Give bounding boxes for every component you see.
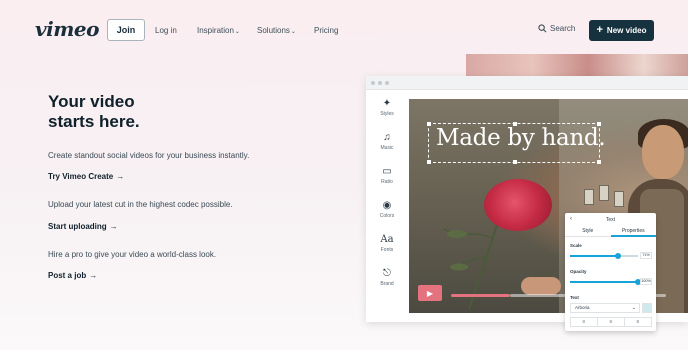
window-dots (371, 81, 389, 85)
tab-properties[interactable]: Properties (610, 227, 656, 237)
tool-brand[interactable]: ⎋ Brand (366, 260, 408, 294)
align-left-icon[interactable]: ≡ (571, 318, 598, 326)
slider-knob[interactable] (615, 253, 622, 259)
solutions-label: Solutions (257, 26, 290, 35)
inspiration-menu[interactable]: Inspiration⌄ (197, 26, 240, 35)
window-titlebar (366, 76, 688, 90)
brand-icon: ⎋ (383, 267, 391, 279)
timeline-progress[interactable] (451, 294, 510, 297)
scale-value[interactable]: 71% (640, 252, 652, 259)
vimeo-logo[interactable]: vimeo (35, 17, 99, 41)
background-photo (466, 54, 688, 76)
ratio-icon: ▭ (382, 165, 392, 177)
search-button[interactable]: Search (538, 24, 575, 33)
hero-title-line1: Your video (48, 92, 135, 111)
align-center-icon[interactable]: ≡ (598, 318, 625, 326)
video-hand (521, 277, 561, 295)
chevron-down-icon: ⌄ (290, 29, 296, 35)
pricing-label: Pricing (314, 26, 339, 35)
hero-title-line2: starts here. (48, 112, 140, 131)
chevron-down-icon: ⌄ (234, 29, 240, 35)
opacity-value[interactable]: 100% (640, 278, 652, 285)
chevron-down-icon: ⌄ (631, 305, 636, 311)
play-button[interactable]: ▶ (418, 285, 442, 301)
tool-label: Colors (379, 212, 395, 219)
font-select-value: Arboria (575, 305, 590, 310)
panel-tabs: Style Properties (565, 227, 656, 237)
plus-icon: + (596, 24, 603, 36)
hire-description: Hire a pro to give your video a world-cl… (48, 250, 217, 259)
tool-label: Brand (380, 280, 394, 287)
scale-slider[interactable] (570, 253, 638, 259)
styles-icon: ✦ (382, 97, 392, 109)
join-button[interactable]: Join (107, 19, 145, 41)
create-description: Create standout social videos for your b… (48, 151, 250, 160)
text-align-group: ≡ ≡ ≡ (570, 317, 652, 327)
pricing-link[interactable]: Pricing (314, 26, 338, 35)
tool-fonts[interactable]: Aa Fonts (366, 226, 408, 260)
play-icon: ▶ (426, 288, 434, 298)
cta-label: Start uploading (48, 222, 107, 231)
login-label: Log in (155, 26, 177, 35)
opacity-label: Opacity (570, 269, 587, 274)
top-nav: vimeo Join Log in Inspiration⌄ Solutions… (0, 0, 688, 60)
panel-title: Text (605, 217, 616, 223)
try-vimeo-create-link[interactable]: Try Vimeo Create → (48, 172, 124, 181)
tool-label: Ratio (381, 178, 393, 185)
tool-colors[interactable]: ◉ Colors (366, 192, 408, 226)
video-headline-text[interactable]: Made by hand. (436, 125, 606, 151)
hero-title: Your video starts here. (48, 92, 248, 132)
login-link[interactable]: Log in (155, 26, 177, 35)
arrow-right-icon: → (109, 222, 118, 231)
tab-style[interactable]: Style (565, 227, 611, 237)
search-label: Search (550, 24, 576, 33)
inspiration-label: Inspiration (197, 26, 234, 35)
text-properties-panel: ‹ Text Style Properties Scale 71% Opacit… (565, 213, 656, 331)
align-right-icon[interactable]: ≡ (625, 318, 651, 326)
text-color-swatch[interactable] (642, 303, 652, 313)
tool-label: Fonts (380, 246, 394, 253)
solutions-menu[interactable]: Solutions⌄ (257, 26, 296, 35)
upload-description: Upload your latest cut in the highest co… (48, 200, 233, 209)
editor-toolbar: ✦ Styles ♫ Music ▭ Ratio ◉ Colors Aa Fon… (366, 90, 408, 294)
opacity-slider[interactable] (570, 279, 641, 285)
music-icon: ♫ (383, 131, 391, 143)
scale-label: Scale (570, 243, 582, 248)
tool-ratio[interactable]: ▭ Ratio (366, 158, 408, 192)
new-video-button[interactable]: + New video (589, 20, 654, 41)
arrow-right-icon: → (116, 172, 125, 181)
fonts-icon: Aa (380, 233, 394, 245)
start-uploading-link[interactable]: Start uploading → (48, 222, 118, 231)
tool-music[interactable]: ♫ Music (366, 124, 408, 158)
cta-label: Try Vimeo Create (48, 172, 114, 181)
new-video-label: New video (606, 26, 647, 35)
text-label: Text (570, 295, 579, 300)
tool-styles[interactable]: ✦ Styles (366, 90, 408, 124)
tool-label: Music (380, 144, 394, 151)
tool-label: Styles (380, 110, 394, 117)
search-icon (538, 24, 547, 33)
arrow-right-icon: → (89, 271, 98, 280)
peony-flower (484, 179, 552, 231)
post-a-job-link[interactable]: Post a job → (48, 271, 97, 280)
font-select[interactable]: Arboria ⌄ (570, 303, 640, 313)
colors-icon: ◉ (382, 199, 392, 211)
cta-label: Post a job (48, 271, 87, 280)
